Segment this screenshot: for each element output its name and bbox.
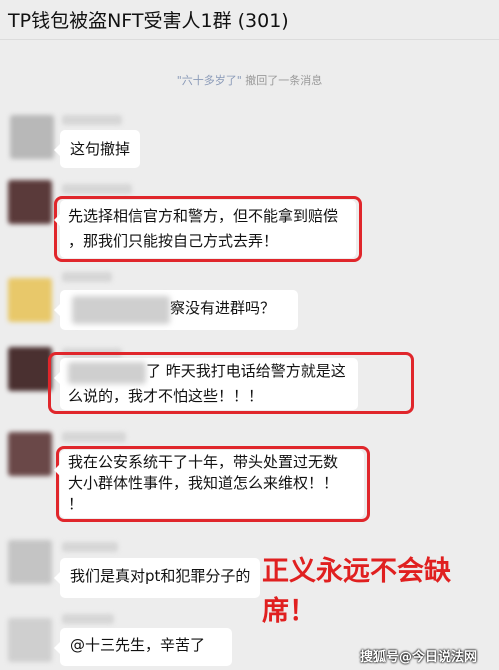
message-line: 么说的，我才不怕这些！！！ (68, 387, 264, 405)
avatar[interactable] (8, 540, 52, 584)
avatar[interactable] (8, 432, 52, 476)
recall-notice-user[interactable]: "六十多岁了" (177, 74, 242, 87)
message-bubble[interactable]: 我在公安系统干了十年，带头处置过无数 大小群体性事件，我知道怎么来维权！！ ！ (54, 450, 364, 518)
slogan-overlay: 正义永远不会缺 席！ (262, 552, 492, 632)
sender-name (62, 115, 122, 125)
avatar[interactable] (8, 180, 52, 224)
sender-name (62, 614, 114, 624)
slogan-line: 正义永远不会缺 (262, 556, 451, 587)
sender-name (62, 542, 118, 552)
sender-name (62, 272, 112, 282)
message-bubble[interactable]: 我们是真对pt和犯罪分子的 (54, 558, 260, 598)
redacted-text (72, 296, 170, 324)
message-line: 我在公安系统干了十年，带头处置过无数 (68, 453, 339, 471)
avatar[interactable] (8, 347, 52, 391)
message-text: 我们是真对pt和犯罪分子的 (70, 567, 251, 585)
chat-header: TP钱包被盗NFT受害人1群 (301) (0, 0, 499, 40)
message-line: ，那我们只能按自己方式去弄！ (68, 232, 279, 250)
avatar[interactable] (10, 115, 54, 159)
source-watermark: 搜狐号@今日说法网 (360, 650, 478, 665)
message-line: 大小群体性事件，我知道怎么来维权！！ (68, 474, 339, 492)
message-line: ！ (68, 495, 84, 513)
recall-notice-text: 撤回了一条消息 (241, 74, 323, 87)
chat-title: TP钱包被盗NFT受害人1群 (301) (8, 10, 289, 32)
avatar[interactable] (8, 618, 52, 662)
message-line: 先选择相信官方和警方，但不能拿到赔偿 (68, 207, 339, 225)
sender-name (62, 184, 132, 194)
avatar[interactable] (8, 278, 52, 322)
slogan-line: 席！ (262, 596, 316, 627)
message-text: 察没有进群吗？ (170, 299, 276, 317)
message-text: 这句撤掉 (70, 140, 131, 158)
redacted-text (68, 362, 146, 384)
message-line: 了 昨天我打电话给警方就是这 (146, 362, 346, 380)
message-text: @十三先生，辛苦了 (70, 636, 206, 654)
recall-notice: "六十多岁了" 撤回了一条消息 (0, 72, 499, 88)
message-bubble[interactable]: @十三先生，辛苦了 (54, 628, 232, 666)
message-bubble[interactable]: 先选择相信官方和警方，但不能拿到赔偿 ，那我们只能按自己方式去弄！ (54, 200, 356, 258)
sender-name (62, 432, 126, 442)
message-bubble[interactable]: 这句撤掉 (53, 130, 141, 168)
